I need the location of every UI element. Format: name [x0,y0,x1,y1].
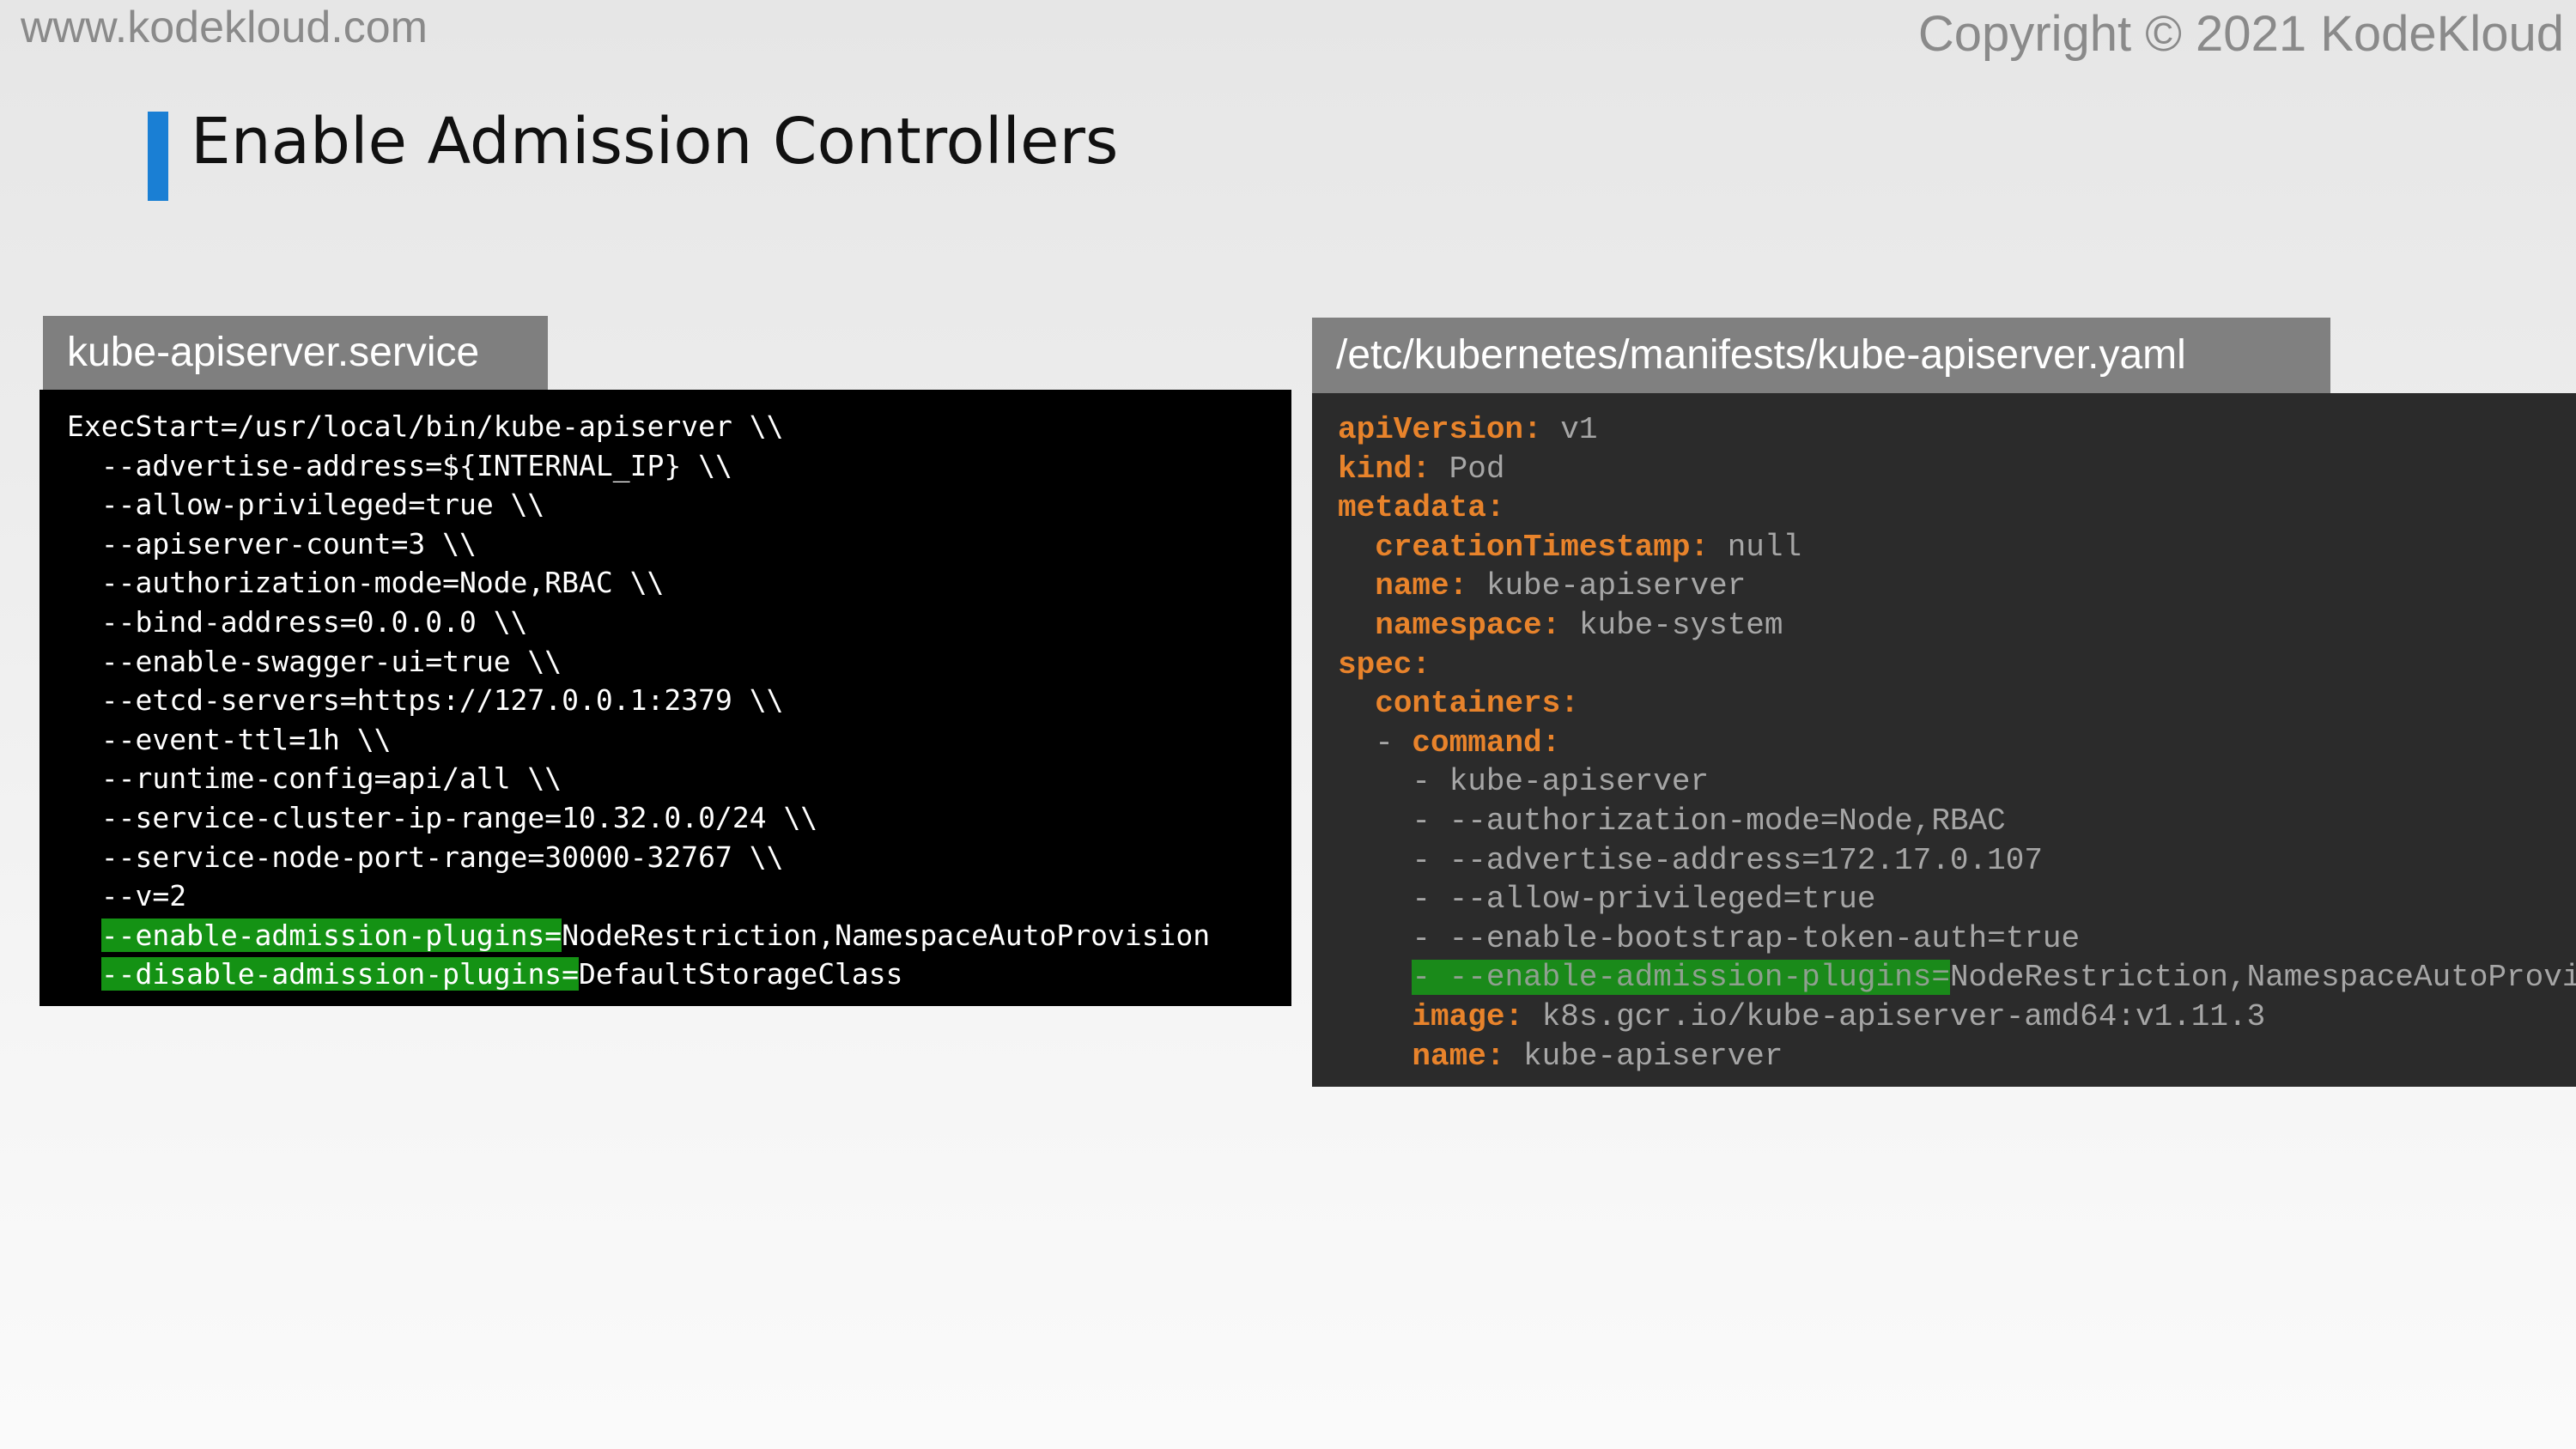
code-line: --enable-swagger-ui=true \\ [67,644,562,678]
service-file-tab: kube-apiserver.service [43,316,548,390]
yaml-line: containers: [1338,684,2576,724]
yaml-key: apiVersion: [1338,412,1542,447]
code-line: --etcd-servers=https://127.0.0.1:2379 \\ [67,683,784,718]
yaml-key: command: [1412,724,1561,761]
yaml-line: name: kube-apiserver [1338,1037,2576,1076]
enable-admission-value: NodeRestriction,NamespaceAutoProvision [562,918,1211,952]
manifest-file-tab: /etc/kubernetes/manifests/kube-apiserver… [1312,318,2330,393]
enable-admission-plugins-line: --enable-admission-plugins=NodeRestricti… [67,916,1291,955]
yaml-enable-admission-line: - --enable-admission-plugins=NodeRestric… [1338,958,2576,997]
code-line: --apiserver-count=3 \\ [67,526,477,561]
yaml-enable-admission-value: NodeRestriction,NamespaceAutoProvision [1949,960,2576,996]
title-accent-bar [148,112,168,201]
yaml-line: - command: [1338,724,2576,763]
code-line: --allow-privileged=true \\ [67,488,545,522]
yaml-indent [1338,960,1412,995]
yaml-key: name: [1412,1038,1505,1074]
copyright-watermark: Copyright © 2021 KodeKloud [1917,6,2564,62]
yaml-value: kube-apiserver [1467,568,1747,604]
yaml-line: - --authorization-mode=Node,RBAC [1338,802,2576,841]
yaml-indent [1338,1039,1412,1074]
yaml-line: - kube-apiserver [1338,762,2576,802]
manifest-code-block: apiVersion: v1 kind: Pod metadata: creat… [1312,393,2576,1087]
yaml-indent [1338,999,1412,1034]
yaml-key: creationTimestamp: [1375,529,1710,565]
yaml-line: name: kube-apiserver [1338,567,2576,606]
code-line: --authorization-mode=Node,RBAC \\ [67,566,665,600]
service-file-code-block: ExecStart=/usr/local/bin/kube-apiserver … [39,390,1291,1006]
yaml-value: - --advertise-address=172.17.0.107 [1338,842,2043,878]
yaml-indent: - [1338,724,1413,761]
yaml-key: image: [1412,998,1524,1034]
yaml-value: - --allow-privileged=true [1338,882,1876,918]
yaml-key: namespace: [1375,607,1561,643]
yaml-value: k8s.gcr.io/kube-apiserver-amd64:v1.11.3 [1523,998,2266,1034]
yaml-value: null [1709,529,1802,565]
yaml-enable-admission-flag-highlight: - --enable-admission-plugins= [1412,960,1950,996]
yaml-key: kind: [1338,451,1431,487]
yaml-line: image: k8s.gcr.io/kube-apiserver-amd64:v… [1338,997,2576,1037]
yaml-key: spec: [1338,646,1431,682]
yaml-value: kube-system [1560,607,1783,643]
yaml-line: kind: Pod [1338,450,2576,489]
yaml-key: name: [1375,568,1468,604]
code-line: --v=2 [67,879,187,913]
yaml-value: - kube-apiserver [1338,764,1710,800]
disable-admission-flag-highlight: --disable-admission-plugins= [100,957,580,991]
yaml-line: - --allow-privileged=true [1338,880,2576,919]
yaml-value: kube-apiserver [1504,1038,1783,1074]
yaml-indent [1338,686,1375,721]
yaml-line: apiVersion: v1 [1338,410,2576,450]
yaml-indent [1338,530,1375,565]
yaml-line: creationTimestamp: null [1338,528,2576,567]
yaml-value: - --authorization-mode=Node,RBAC [1338,803,2006,839]
code-line: ExecStart=/usr/local/bin/kube-apiserver … [67,409,784,443]
yaml-key: metadata: [1338,490,1505,526]
code-line: --service-cluster-ip-range=10.32.0.0/24 … [67,800,818,834]
code-line: --bind-address=0.0.0.0 \\ [67,604,528,639]
yaml-line: - --enable-bootstrap-token-auth=true [1338,919,2576,959]
yaml-indent [1338,608,1375,643]
yaml-value: Pod [1431,451,1505,487]
page-title: Enable Admission Controllers [191,105,1119,179]
yaml-value: v1 [1541,412,1598,447]
yaml-value: - --enable-bootstrap-token-auth=true [1338,920,2081,956]
yaml-line: namespace: kube-system [1338,606,2576,646]
disable-admission-value: DefaultStorageClass [579,957,903,991]
disable-admission-plugins-line: --disable-admission-plugins=DefaultStora… [67,955,1291,994]
code-line: --service-node-port-range=30000-32767 \\ [67,840,784,874]
code-line: --runtime-config=api/all \\ [67,761,562,796]
code-line: --event-ttl=1h \\ [67,722,392,756]
yaml-line: spec: [1338,646,2576,685]
yaml-key: containers: [1375,686,1579,722]
yaml-indent [1338,568,1375,603]
code-line: --advertise-address=${INTERNAL_IP} \\ [67,448,732,482]
yaml-line: - --advertise-address=172.17.0.107 [1338,841,2576,881]
site-url-watermark: www.kodekloud.com [21,3,428,52]
enable-admission-flag-highlight: --enable-admission-plugins= [100,918,562,952]
yaml-line: metadata: [1338,488,2576,528]
